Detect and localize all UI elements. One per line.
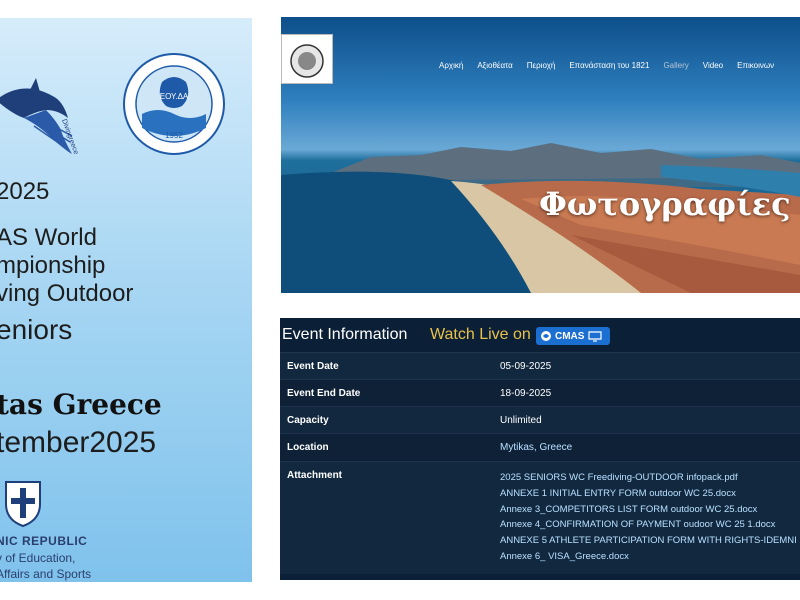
event-header: Event Information Watch Live on CMAS bbox=[280, 318, 800, 352]
coin-logo-icon bbox=[290, 44, 324, 78]
nav-revolution-1821[interactable]: Επανάσταση του 1821 bbox=[569, 61, 649, 70]
capacity-label: Capacity bbox=[287, 414, 329, 426]
attachment-annexe-3-link[interactable]: Annexe 3_COMPETITORS LIST FORM outdoor W… bbox=[500, 502, 797, 518]
nav-area[interactable]: Περιοχή bbox=[527, 61, 556, 70]
coastal-town-aerial bbox=[281, 165, 800, 293]
mytikas-website-screenshot: Αρχική Αξιοθέατα Περιοχή Επανάσταση του … bbox=[281, 17, 800, 293]
diving-greece-dolphin-logo: Divingreece bbox=[0, 78, 79, 156]
attachment-annexe-4-link[interactable]: Annexe 4_CONFIRMATION OF PAYMENT oudoor … bbox=[500, 517, 797, 533]
attachment-label: Attachment bbox=[287, 470, 343, 481]
nav-gallery[interactable]: Gallery bbox=[663, 61, 688, 70]
ministry-line-republic: NIC REPUBLIC bbox=[0, 534, 88, 548]
cmas-logo-icon bbox=[541, 331, 551, 341]
attachment-list: 2025 SENIORS WC Freediving-OUTDOOR infop… bbox=[500, 470, 797, 565]
seal-abbreviation: ΕΟΥ.ΔΑ bbox=[160, 92, 189, 101]
attachment-infopack-link[interactable]: 2025 SENIORS WC Freediving-OUTDOOR infop… bbox=[500, 470, 797, 486]
event-end-date-value: 18-09-2025 bbox=[500, 387, 552, 399]
site-logo[interactable] bbox=[281, 34, 333, 84]
event-end-date-row: Event End Date 18-09-2025 bbox=[280, 379, 800, 406]
cmas-label: CMAS bbox=[555, 330, 585, 342]
hellenic-federation-seal: ΕΟΥ.ΔΑ 1952 bbox=[123, 53, 225, 155]
nav-home[interactable]: Αρχική bbox=[439, 61, 463, 70]
location-row: Location Mytikas, Greece bbox=[280, 433, 800, 460]
nav-contact[interactable]: Επικοινων bbox=[737, 61, 774, 70]
attachment-annexe-5-link[interactable]: ANNEXE 5 ATHLETE PARTICIPATION FORM WITH… bbox=[500, 533, 797, 549]
poster-line-championship: mpionship bbox=[0, 252, 106, 279]
location-link[interactable]: Mytikas, Greece bbox=[500, 442, 572, 453]
championship-poster: Divingreece ΕΟΥ.ΔΑ 1952 2025 AS World mp… bbox=[0, 18, 252, 582]
event-date-value: 05-09-2025 bbox=[500, 360, 552, 372]
nav-video[interactable]: Video bbox=[703, 61, 723, 70]
attachment-row: Attachment 2025 SENIORS WC Freediving-OU… bbox=[280, 461, 800, 574]
poster-year: 2025 bbox=[0, 178, 50, 205]
cmas-tv-badge[interactable]: CMAS bbox=[536, 327, 610, 345]
event-date-label: Event Date bbox=[287, 360, 339, 372]
watch-live-link[interactable]: Watch Live on bbox=[430, 326, 531, 344]
location-label: Location bbox=[287, 441, 329, 453]
tv-icon bbox=[588, 331, 603, 342]
attachment-annexe-1-link[interactable]: ANNEXE 1 INITIAL ENTRY FORM outdoor WC 2… bbox=[500, 486, 797, 502]
hero-title: Φωτογραφίες bbox=[539, 185, 791, 223]
ministry-line-education: y of Education, bbox=[0, 551, 76, 565]
poster-line-date: tember2025 bbox=[0, 426, 157, 459]
capacity-row: Capacity Unlimited bbox=[280, 406, 800, 433]
poster-line-seniors: eniors bbox=[0, 314, 73, 345]
nav-sights[interactable]: Αξιοθέατα bbox=[477, 61, 512, 70]
seal-year: 1952 bbox=[165, 131, 183, 140]
site-navigation: Αρχική Αξιοθέατα Περιοχή Επανάσταση του … bbox=[439, 61, 788, 70]
event-information-panel: Event Information Watch Live on CMAS Eve… bbox=[280, 318, 800, 580]
capacity-value: Unlimited bbox=[500, 414, 542, 426]
hellenic-republic-emblem-icon bbox=[5, 481, 41, 528]
attachment-annexe-6-link[interactable]: Annexe 6_ VISA_Greece.docx bbox=[500, 549, 797, 565]
ministry-line-sports: Affairs and Sports bbox=[0, 567, 92, 581]
poster-line-location: tas Greece bbox=[0, 388, 162, 421]
poster-line-diving-outdoor: ving Outdoor bbox=[0, 280, 134, 307]
event-date-row: Event Date 05-09-2025 bbox=[280, 352, 800, 379]
event-title: Event Information bbox=[282, 326, 408, 343]
poster-line-world: AS World bbox=[0, 224, 97, 251]
event-end-date-label: Event End Date bbox=[287, 387, 361, 399]
